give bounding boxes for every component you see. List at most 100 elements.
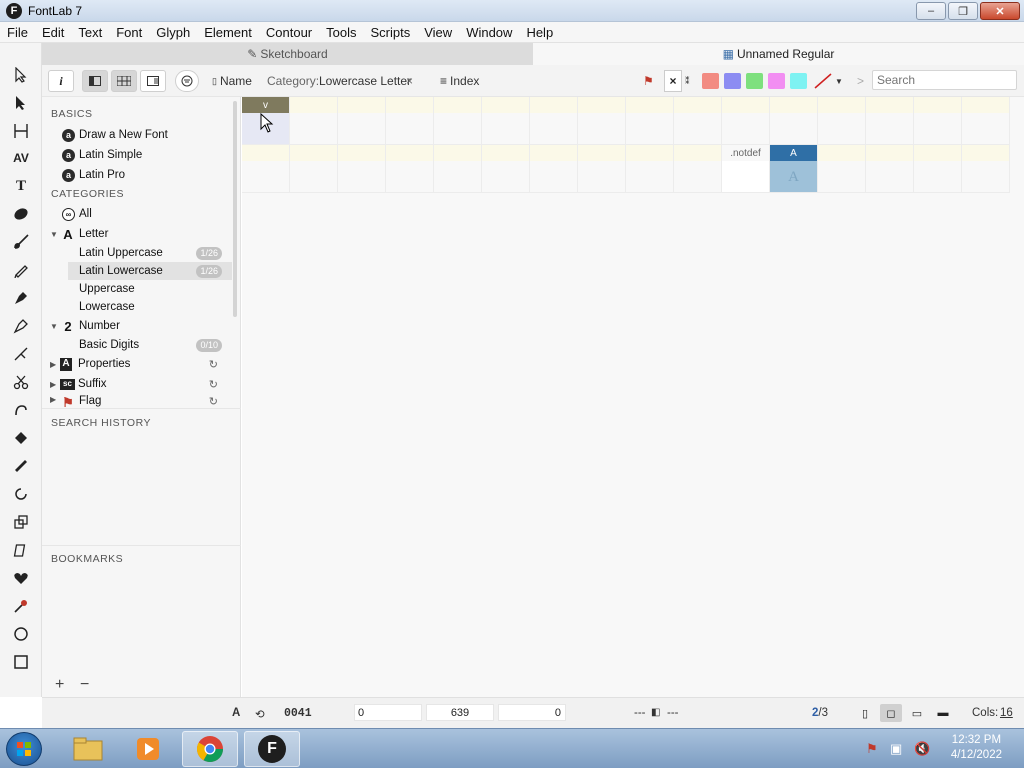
sidebar-item-basic-digits[interactable]: Basic Digits 0/10 [42, 336, 232, 354]
medium-cell-view-button[interactable]: ◻ [880, 704, 902, 722]
sidebar-item-latin-lowercase[interactable]: Latin Lowercase 1/26 [68, 262, 232, 280]
more-chevron-icon[interactable]: > [857, 70, 864, 92]
link-icon[interactable]: ◧ [651, 707, 660, 718]
glyph-cell-empty[interactable] [866, 145, 914, 193]
glyph-cell-empty[interactable] [674, 145, 722, 193]
glyph-cell-empty[interactable] [962, 97, 1010, 145]
menu-element[interactable]: Element [197, 25, 259, 40]
ellipse-tool-icon[interactable] [11, 624, 31, 644]
clear-filter-icon[interactable]: × [406, 70, 413, 92]
glyph-cell-empty[interactable] [386, 97, 434, 145]
info-button[interactable]: i [48, 70, 74, 92]
file-explorer-taskbar-icon[interactable] [60, 731, 116, 767]
rotate-tool-icon[interactable] [11, 484, 31, 504]
remove-bookmark-button[interactable]: − [80, 676, 89, 694]
glyph-cell-empty[interactable] [386, 145, 434, 193]
small-cell-view-button[interactable]: ▯ [854, 704, 876, 722]
network-icon[interactable]: ▣ [890, 741, 902, 757]
reset-icon[interactable]: ↻ [209, 395, 218, 407]
pen-tool-icon[interactable] [11, 288, 31, 308]
volume-muted-icon[interactable]: 🔇 [914, 741, 930, 757]
glyph-cell-empty[interactable] [290, 145, 338, 193]
action-center-flag-icon[interactable]: ⚑ [866, 741, 878, 757]
glyph-cell-empty[interactable] [866, 97, 914, 145]
flag-icon[interactable]: ⚑ [643, 70, 654, 92]
red-mark-swatch[interactable] [702, 73, 719, 89]
sidebar-item-flag[interactable]: ▶ ⚑ Flag ↻ [42, 395, 232, 407]
expanded-triangle-icon[interactable]: ▼ [50, 322, 60, 331]
glyph-cell-empty[interactable] [530, 97, 578, 145]
sidebar-item-suffix[interactable]: ▶ sc Suffix ↻ [42, 375, 232, 393]
media-player-taskbar-icon[interactable] [120, 731, 176, 767]
collapsed-triangle-icon[interactable]: ▶ [50, 395, 60, 404]
glyph-cell-empty[interactable] [626, 97, 674, 145]
glyph-cell-a[interactable]: A A [770, 145, 818, 193]
green-mark-swatch[interactable] [746, 73, 763, 89]
glyph-cell-empty[interactable] [242, 145, 290, 193]
sidebar-item-number[interactable]: ▼ 2 Number [42, 317, 232, 335]
name-sort-button[interactable]: ▯ Name [212, 70, 252, 92]
text-tool-icon[interactable]: T [11, 176, 31, 196]
glyph-cell-empty[interactable] [578, 97, 626, 145]
glyph-cell-empty[interactable] [914, 145, 962, 193]
cyan-mark-swatch[interactable] [790, 73, 807, 89]
metrics-tool-icon[interactable] [11, 121, 31, 141]
glyph-cell-empty[interactable] [578, 145, 626, 193]
fontlab-taskbar-icon[interactable]: F [244, 731, 300, 767]
menu-tools[interactable]: Tools [319, 25, 363, 40]
glyph-cell-empty[interactable] [482, 145, 530, 193]
glyph-cell-empty[interactable] [530, 145, 578, 193]
glyph-cell-empty[interactable] [338, 97, 386, 145]
kerning-tool-icon[interactable]: AV [11, 148, 31, 168]
glyph-cell-empty[interactable] [914, 97, 962, 145]
glyph-cell-empty[interactable] [338, 145, 386, 193]
eraser-tool-icon[interactable] [11, 204, 31, 224]
grid-view-button[interactable] [111, 70, 137, 92]
menu-edit[interactable]: Edit [35, 25, 71, 40]
menu-file[interactable]: File [0, 25, 35, 40]
start-button[interactable] [6, 732, 42, 766]
sidebar-item-latin-uppercase[interactable]: Latin Uppercase 1/26 [42, 244, 232, 262]
glyph-cell-empty[interactable] [722, 97, 770, 145]
index-sort-button[interactable]: ≡ Index [440, 70, 479, 92]
color-dropdown-chevron-icon[interactable]: ▼ [835, 70, 843, 92]
reset-icon[interactable]: ↻ [209, 378, 218, 391]
menu-font[interactable]: Font [109, 25, 149, 40]
sidebar-item-letter[interactable]: ▼ A Letter [42, 225, 232, 243]
scale-tool-icon[interactable] [11, 512, 31, 532]
chrome-taskbar-icon[interactable] [182, 731, 238, 767]
glue-tool-icon[interactable] [11, 400, 31, 420]
sidebar-scrollbar[interactable] [233, 101, 237, 317]
no-color-swatch[interactable] [813, 70, 833, 92]
pink-mark-swatch[interactable] [768, 73, 785, 89]
large-cell-view-button[interactable]: ▭ [906, 704, 928, 722]
menu-view[interactable]: View [417, 25, 459, 40]
reset-icon[interactable]: ↻ [209, 358, 218, 371]
close-button[interactable]: ✕ [980, 2, 1020, 20]
menu-help[interactable]: Help [519, 25, 560, 40]
menu-scripts[interactable]: Scripts [364, 25, 418, 40]
glyph-cell-empty[interactable] [434, 97, 482, 145]
collapsed-triangle-icon[interactable]: ▶ [50, 360, 60, 369]
menu-text[interactable]: Text [71, 25, 109, 40]
menu-window[interactable]: Window [459, 25, 519, 40]
glyph-cycle-icon[interactable]: ⟲ [255, 707, 265, 721]
sidebar-item-lowercase[interactable]: Lowercase [42, 298, 232, 316]
tab-sketchboard[interactable]: ✎ Sketchboard [42, 43, 533, 65]
filter-button[interactable] [175, 70, 199, 92]
brush-tool-icon[interactable] [11, 232, 31, 252]
sidebar-item-latin-pro[interactable]: a Latin Pro [42, 166, 232, 184]
search-input[interactable] [872, 70, 1017, 90]
glyph-cell-empty[interactable] [674, 97, 722, 145]
blue-mark-swatch[interactable] [724, 73, 741, 89]
expanded-triangle-icon[interactable]: ▼ [50, 230, 60, 239]
maximize-button[interactable]: ❐ [948, 2, 978, 20]
add-bookmark-button[interactable]: + [55, 676, 64, 694]
sidebar-toggle-button[interactable] [82, 70, 108, 92]
glyph-cell-empty[interactable] [482, 97, 530, 145]
glyph-cell-empty[interactable] [818, 145, 866, 193]
sidebar-item-latin-simple[interactable]: a Latin Simple [42, 146, 232, 164]
rsb-field[interactable]: 0 [498, 704, 566, 721]
rapid-tool-icon[interactable] [11, 344, 31, 364]
pencil-tool-icon[interactable] [11, 260, 31, 280]
